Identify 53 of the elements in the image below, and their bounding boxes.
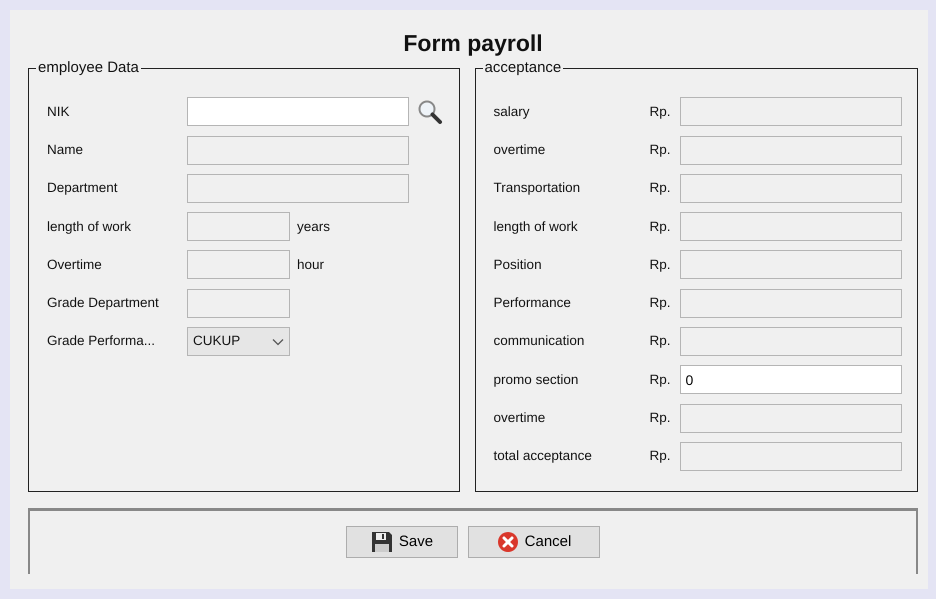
input-field[interactable] xyxy=(680,250,902,280)
field-label: communication xyxy=(494,332,586,350)
currency-label: Rp. xyxy=(650,408,672,427)
input-field[interactable] xyxy=(680,97,902,126)
search-icon[interactable] xyxy=(417,98,443,125)
currency-label: Rp. xyxy=(650,256,672,274)
field-label: Grade Department xyxy=(47,294,160,312)
field-label: Overtime xyxy=(47,256,103,274)
input-field[interactable] xyxy=(187,288,290,318)
field-label: Name xyxy=(47,140,84,159)
unit-label: hour xyxy=(297,256,324,274)
field-label: Performance xyxy=(494,294,572,312)
input-field[interactable] xyxy=(680,327,902,356)
field-label: Transportation xyxy=(494,179,582,198)
currency-label: Rp. xyxy=(650,370,672,389)
form-title: Form payroll xyxy=(402,30,544,58)
currency-label: Rp. xyxy=(650,447,672,466)
input-field[interactable] xyxy=(187,250,290,280)
field-label: Position xyxy=(494,256,543,274)
input-field[interactable] xyxy=(680,136,902,165)
field-label: length of work xyxy=(494,218,579,236)
input-field[interactable] xyxy=(680,442,902,471)
caret-icon xyxy=(272,338,284,346)
input-field[interactable] xyxy=(187,212,290,242)
field-label: salary xyxy=(494,102,531,121)
currency-label: Rp. xyxy=(650,294,672,312)
input-field[interactable] xyxy=(187,97,409,126)
unit-label: years xyxy=(297,218,330,236)
input-field[interactable] xyxy=(680,288,902,318)
input-field[interactable] xyxy=(680,404,902,433)
field-label: Department xyxy=(47,179,119,198)
currency-label: Rp. xyxy=(650,140,672,159)
input-field[interactable]: 0 xyxy=(680,365,902,394)
currency-label: Rp. xyxy=(650,179,672,198)
cancel-button[interactable]: Cancel xyxy=(468,526,600,558)
field-label: overtime xyxy=(494,408,546,427)
input-field[interactable] xyxy=(680,174,902,203)
field-label: promo section xyxy=(494,370,580,389)
cancel-icon xyxy=(496,531,519,554)
field-label: total acceptance xyxy=(494,447,593,466)
currency-label: Rp. xyxy=(650,218,672,236)
field-label: length of work xyxy=(47,218,132,236)
input-field[interactable] xyxy=(680,212,902,242)
field-label: NIK xyxy=(47,102,71,121)
save-button[interactable]: Save xyxy=(346,526,458,558)
currency-label: Rp. xyxy=(650,102,672,121)
input-field[interactable] xyxy=(187,174,409,203)
field-label: overtime xyxy=(494,140,546,159)
currency-label: Rp. xyxy=(650,332,672,350)
grade-dropdown[interactable]: CUKUP xyxy=(187,327,290,356)
input-field[interactable] xyxy=(187,136,409,165)
panel-legend: employee Data xyxy=(36,58,141,77)
field-label: Grade Performa... xyxy=(47,332,156,350)
